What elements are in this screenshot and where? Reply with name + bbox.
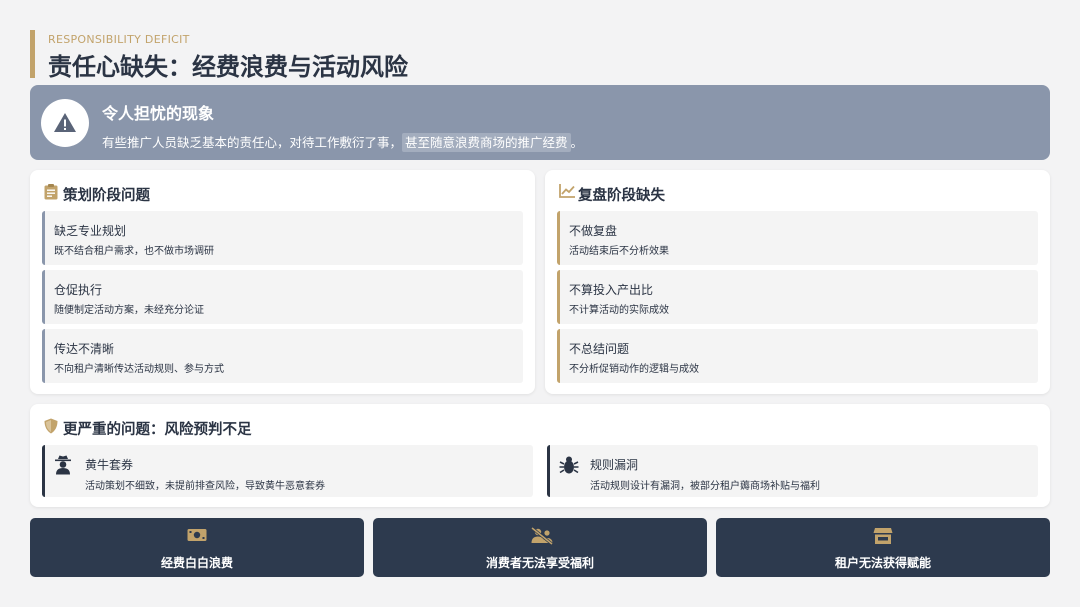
review-item: 不算投入产出比 不计算活动的实际成效 [557,270,1038,324]
consequence-label: 消费者无法享受福利 [485,556,594,570]
planning-title: 策划阶段问题 [63,188,150,204]
risk-item: 规则漏洞 活动规则设计有漏洞，被部分租户薅商场补贴与福利 [547,445,1038,497]
users-slash-icon [531,527,553,545]
banner-text-prefix: 有些推广人员缺乏基本的责任心，对待工作敷衍了事， [102,135,403,150]
accent-bar [30,30,35,78]
review-item: 不做复盘 活动结束后不分析效果 [557,211,1038,265]
bug-icon [559,456,579,474]
item-desc: 随便制定活动方案，未经充分论证 [54,305,204,316]
clipboard-icon [44,184,58,200]
review-title: 复盘阶段缺失 [578,188,665,204]
planning-item: 传达不清晰 不向租户清晰传达活动规则、参与方式 [42,329,523,383]
risk-item-title: 黄牛套券 [85,458,134,472]
review-item: 不总结问题 不分析促销动作的逻辑与成效 [557,329,1038,383]
eyebrow-label: RESPONSIBILITY DEFICIT [48,33,190,46]
planning-item: 仓促执行 随便制定活动方案，未经充分论证 [42,270,523,324]
banner-text-suffix: 。 [570,135,584,150]
risk-item: 黄牛套券 活动策划不细致，未提前排查风险，导致黄牛恶意套券 [42,445,533,497]
user-secret-icon [55,455,71,475]
consequence-label: 租户无法获得赋能 [834,556,931,570]
page-title: 责任心缺失：经费浪费与活动风险 [48,53,408,81]
item-desc: 不分析促销动作的逻辑与成效 [569,364,699,375]
consequence-tile: 消费者无法享受福利 [373,518,707,577]
item-desc: 不向租户清晰传达活动规则、参与方式 [54,364,224,375]
banner-text-highlight: 甚至随意浪费商场的推广经费 [402,133,571,152]
consequence-tile: 租户无法获得赋能 [716,518,1050,577]
item-title: 不做复盘 [569,224,618,238]
item-desc: 活动结束后不分析效果 [569,246,669,257]
item-title: 不算投入产出比 [569,283,654,297]
banner-title: 令人担忧的现象 [102,104,215,123]
item-desc: 不计算活动的实际成效 [569,305,669,316]
shield-icon [44,418,58,434]
risk-title: 更严重的问题：风险预判不足 [63,422,252,438]
banner-text: 有些推广人员缺乏基本的责任心，对待工作敷衍了事， 甚至随意浪费商场的推广经费。 [102,132,584,152]
money-icon [187,529,207,541]
trend-chart-icon [559,184,575,198]
planning-card: 策划阶段问题 缺乏专业规划 既不结合租户需求，也不做市场调研 仓促执行 随便制定… [30,170,535,394]
planning-item: 缺乏专业规划 既不结合租户需求，也不做市场调研 [42,211,523,265]
store-icon [873,528,893,544]
warning-icon [41,99,89,147]
risk-item-desc: 活动策划不细致，未提前排查风险，导致黄牛恶意套券 [85,481,325,492]
item-title: 缺乏专业规划 [54,224,127,238]
item-title: 不总结问题 [569,342,630,356]
item-title: 仓促执行 [54,283,103,297]
risk-card: 更严重的问题：风险预判不足 黄牛套券 活动策划不细致，未提前排查风险，导致黄牛恶… [30,404,1050,507]
page-header: RESPONSIBILITY DEFICIT 责任心缺失：经费浪费与活动风险 [30,30,630,81]
warning-banner: 令人担忧的现象 有些推广人员缺乏基本的责任心，对待工作敷衍了事， 甚至随意浪费商场… [30,85,1050,160]
item-title: 传达不清晰 [54,342,115,356]
review-card: 复盘阶段缺失 不做复盘 活动结束后不分析效果 不算投入产出比 不计算活动的实际成… [545,170,1050,394]
consequence-label: 经费白白浪费 [160,556,233,570]
risk-item-desc: 活动规则设计有漏洞，被部分租户薅商场补贴与福利 [590,481,820,492]
item-desc: 既不结合租户需求，也不做市场调研 [54,246,214,257]
consequence-tile: 经费白白浪费 [30,518,364,577]
risk-item-title: 规则漏洞 [590,458,639,472]
